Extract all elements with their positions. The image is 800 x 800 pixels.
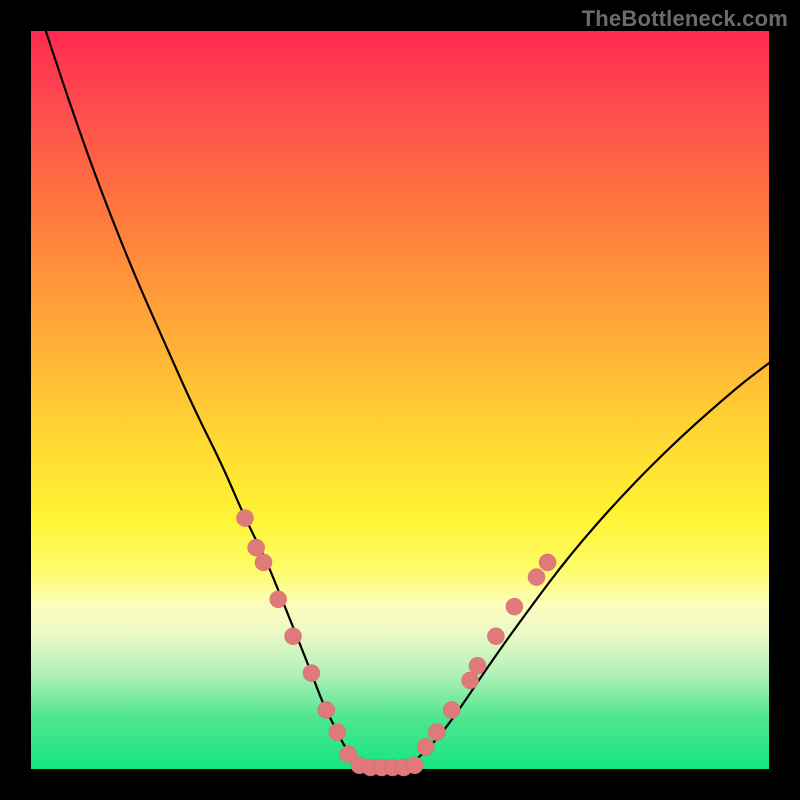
data-dot [237,510,254,527]
plot-area [31,31,769,769]
data-dot [506,598,523,615]
data-dot [428,724,445,741]
chart-svg [31,31,769,769]
bottleneck-curve [46,31,769,769]
data-dot [406,757,423,774]
data-dot [528,569,545,586]
data-dot [487,628,504,645]
data-dot [270,591,287,608]
data-dot [318,702,335,719]
data-dot [417,738,434,755]
data-dot [255,554,272,571]
data-dot [329,724,346,741]
data-dot [469,657,486,674]
data-dot [443,702,460,719]
chart-frame: TheBottleneck.com [0,0,800,800]
data-dot [462,672,479,689]
watermark-text: TheBottleneck.com [582,6,788,32]
data-dot [248,539,265,556]
data-dot [285,628,302,645]
data-dots [237,510,557,776]
data-dot [539,554,556,571]
data-dot [303,665,320,682]
